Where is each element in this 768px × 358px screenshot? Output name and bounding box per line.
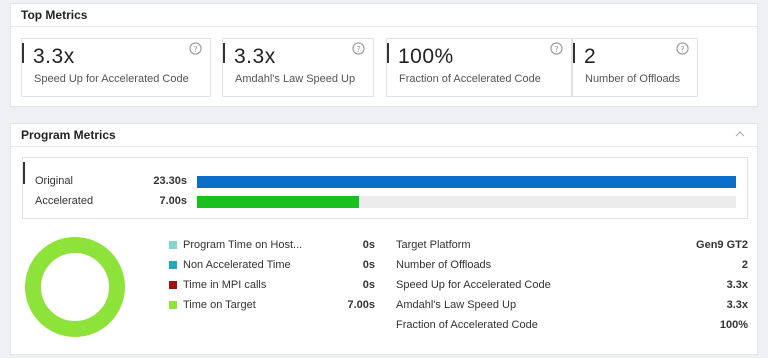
metric-value: 3.3x <box>234 45 276 68</box>
top-metrics-header: Top Metrics <box>11 4 757 27</box>
legend-value: 0s <box>362 279 375 291</box>
svg-text:?: ? <box>680 44 684 54</box>
metric-value: 100% <box>398 45 454 68</box>
legend-value: 0s <box>362 259 375 271</box>
card-accent-mark <box>22 43 24 63</box>
info-value: 3.3x <box>726 279 748 291</box>
info-label: Amdahl's Law Speed Up <box>396 299 517 311</box>
bar-label-original: Original <box>35 175 73 187</box>
legend-swatch <box>169 241 177 249</box>
help-icon[interactable]: ? <box>550 42 563 55</box>
info-row-fraction: Fraction of Accelerated Code 100% <box>396 318 748 332</box>
info-label: Fraction of Accelerated Code <box>396 319 538 331</box>
legend-swatch <box>169 261 177 269</box>
chevron-up-icon[interactable] <box>735 129 745 139</box>
legend-label: Time in MPI calls <box>183 279 267 291</box>
program-metrics-panel: Program Metrics Original 23.30s Accelera… <box>10 123 758 355</box>
bar-track-original <box>197 176 736 188</box>
metric-label: Fraction of Accelerated Code <box>399 73 541 85</box>
legend-value: 0s <box>362 239 375 251</box>
legend-label: Time on Target <box>183 299 256 311</box>
help-icon[interactable]: ? <box>189 42 202 55</box>
top-metrics-panel: Top Metrics 3.3x Speed Up for Accelerate… <box>10 3 758 107</box>
metric-value: 2 <box>584 45 597 68</box>
info-label: Number of Offloads <box>396 259 492 271</box>
legend-item-time-on-target: Time on Target 7.00s <box>169 298 375 312</box>
info-row-speedup: Speed Up for Accelerated Code 3.3x <box>396 278 748 292</box>
help-icon[interactable]: ? <box>676 42 689 55</box>
metric-label: Number of Offloads <box>585 73 681 85</box>
card-accent-mark <box>387 43 389 63</box>
legend-value: 7.00s <box>347 299 375 311</box>
metric-label: Amdahl's Law Speed Up <box>235 73 356 85</box>
metric-card-amdahl: 3.3x Amdahl's Law Speed Up ? <box>222 38 374 97</box>
chart-accent-mark <box>23 162 25 184</box>
metric-card-offloads: 2 Number of Offloads ? <box>572 38 698 97</box>
legend-label: Non Accelerated Time <box>183 259 291 271</box>
metric-card-fraction: 100% Fraction of Accelerated Code ? <box>386 38 572 97</box>
time-breakdown-donut <box>25 237 125 337</box>
card-accent-mark <box>573 43 575 63</box>
info-value: Gen9 GT2 <box>696 239 748 251</box>
info-label: Speed Up for Accelerated Code <box>396 279 551 291</box>
svg-text:?: ? <box>554 44 558 54</box>
legend-swatch <box>169 281 177 289</box>
svg-text:?: ? <box>356 44 360 54</box>
legend-label: Program Time on Host... <box>183 239 303 251</box>
program-metrics-header[interactable]: Program Metrics <box>11 124 757 147</box>
info-row-offloads: Number of Offloads 2 <box>396 258 748 272</box>
legend-item-mpi-calls: Time in MPI calls 0s <box>169 278 375 292</box>
program-metrics-title: Program Metrics <box>21 128 116 142</box>
bar-label-accelerated: Accelerated <box>35 195 94 207</box>
time-comparison-chart: Original 23.30s Accelerated 7.00s <box>22 157 748 219</box>
info-value: 3.3x <box>726 299 748 311</box>
info-value: 2 <box>741 259 748 271</box>
bar-value-accelerated: 7.00s <box>159 195 187 207</box>
bar-original <box>197 176 736 188</box>
metric-value: 3.3x <box>33 45 75 68</box>
legend-swatch <box>169 301 177 309</box>
bar-track-accelerated <box>197 196 736 208</box>
metric-label: Speed Up for Accelerated Code <box>34 73 189 85</box>
card-accent-mark <box>223 43 225 63</box>
info-label: Target Platform <box>396 239 471 251</box>
help-icon[interactable]: ? <box>352 42 365 55</box>
bar-value-original: 23.30s <box>153 175 187 187</box>
svg-text:?: ? <box>193 44 197 54</box>
donut-segment-time-on-target <box>25 237 125 337</box>
top-metrics-title: Top Metrics <box>21 8 88 22</box>
info-value: 100% <box>719 319 748 331</box>
info-row-amdahl: Amdahl's Law Speed Up 3.3x <box>396 298 748 312</box>
legend-item-host-time: Program Time on Host... 0s <box>169 238 375 252</box>
legend-item-non-accelerated: Non Accelerated Time 0s <box>169 258 375 272</box>
metric-card-speedup: 3.3x Speed Up for Accelerated Code ? <box>21 38 211 97</box>
bar-accelerated <box>197 196 359 208</box>
info-row-target-platform: Target Platform Gen9 GT2 <box>396 238 748 252</box>
